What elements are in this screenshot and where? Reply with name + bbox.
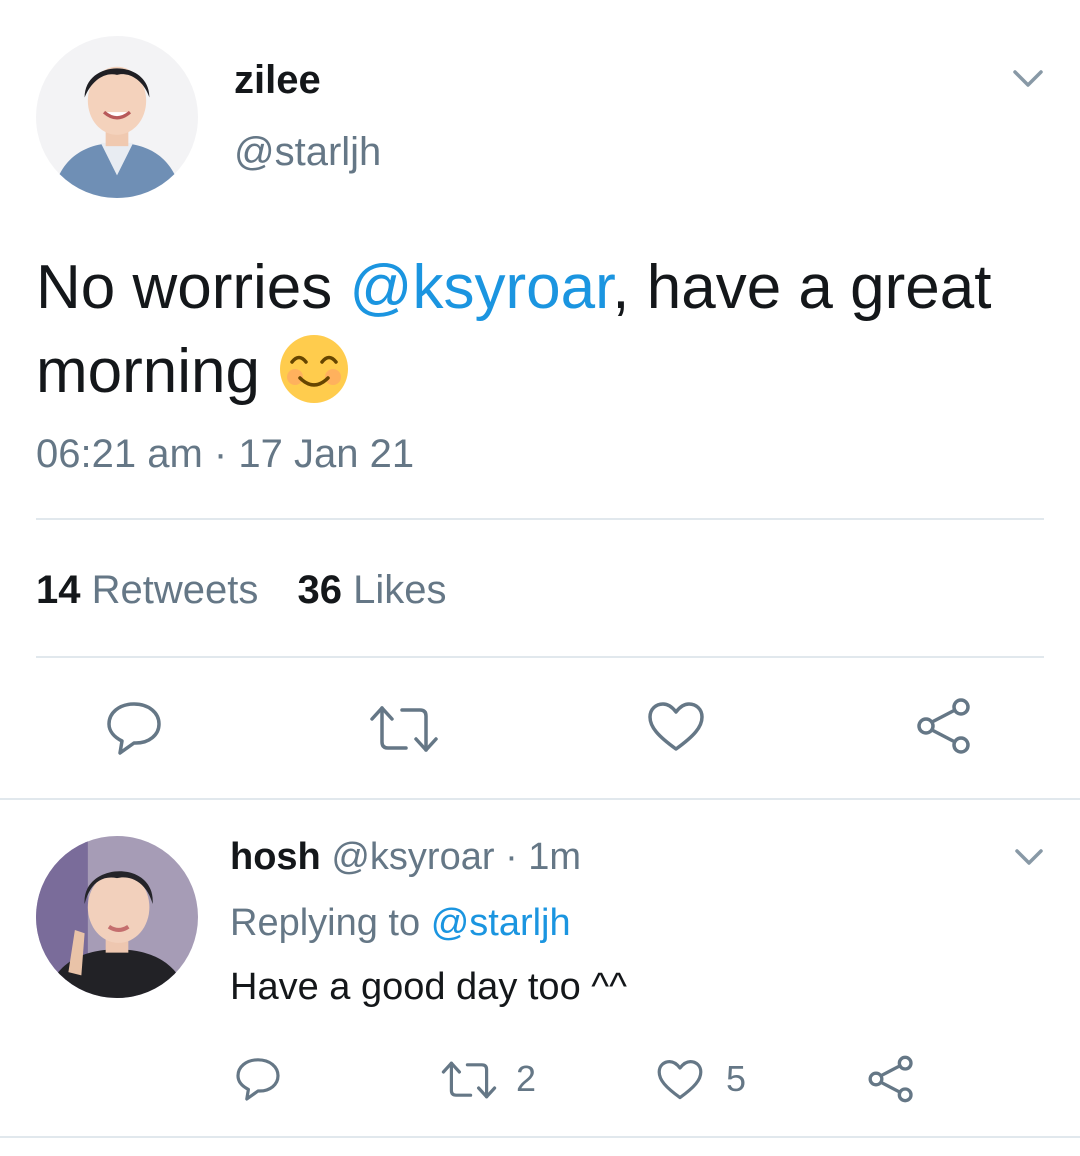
author-avatar[interactable] [36, 36, 198, 198]
reply-like-count: 5 [726, 1058, 747, 1099]
section-divider [0, 798, 1080, 800]
retweets-label: Retweets [91, 568, 259, 612]
author-display-name[interactable]: zilee [234, 58, 321, 103]
reply-header: hosh @ksyroar · 1m [230, 836, 581, 879]
chevron-down-icon[interactable] [1010, 64, 1046, 92]
divider [36, 518, 1044, 520]
retweet-icon[interactable] [368, 704, 440, 754]
heart-icon[interactable] [646, 700, 706, 754]
engagement-stats: 14 Retweets 36 Likes [36, 568, 447, 613]
reply-reply-icon[interactable] [234, 1056, 282, 1102]
retweets-count: 14 [36, 568, 81, 612]
divider [36, 656, 1044, 658]
retweets-stat[interactable]: 14 Retweets [36, 568, 270, 612]
tweet-timestamp[interactable]: 06:21 am · 17 Jan 21 [36, 432, 414, 477]
reply-retweet-icon[interactable] [440, 1060, 498, 1100]
reply-share-icon[interactable] [866, 1054, 916, 1104]
reply-dot: · [505, 836, 518, 878]
replying-to-handle[interactable]: @starljh [431, 902, 571, 944]
reply-retweet-count: 2 [516, 1058, 537, 1099]
reply-handle[interactable]: @ksyroar [331, 836, 494, 878]
tweet-text-start: No worries [36, 253, 350, 322]
reply-chevron-down-icon[interactable] [1012, 844, 1046, 870]
bottom-divider [0, 1136, 1080, 1138]
reply-age[interactable]: 1m [528, 836, 581, 878]
replying-to-label: Replying to [230, 902, 421, 944]
smiling-emoji [277, 332, 351, 406]
replying-to: Replying to @starljh [230, 902, 571, 945]
reply-display-name[interactable]: hosh [230, 836, 321, 878]
tweet-date: 17 Jan 21 [238, 432, 415, 476]
reply-text: Have a good day too ^^ [230, 966, 627, 1008]
likes-count: 36 [297, 568, 343, 612]
author-handle[interactable]: @starljh [234, 130, 381, 175]
reply-icon[interactable] [104, 700, 164, 756]
likes-stat[interactable]: 36 Likes [298, 568, 447, 612]
tweet-text: No worries @ksyroar, have a great mornin… [36, 246, 1046, 414]
reply-heart-icon[interactable] [656, 1058, 704, 1102]
mention-link[interactable]: @ksyroar [350, 253, 613, 322]
share-icon[interactable] [914, 696, 974, 756]
reply-author-avatar[interactable] [36, 836, 198, 998]
timestamp-separator: · [213, 432, 228, 476]
likes-label: Likes [353, 568, 447, 612]
tweet-time: 06:21 am [36, 432, 203, 476]
